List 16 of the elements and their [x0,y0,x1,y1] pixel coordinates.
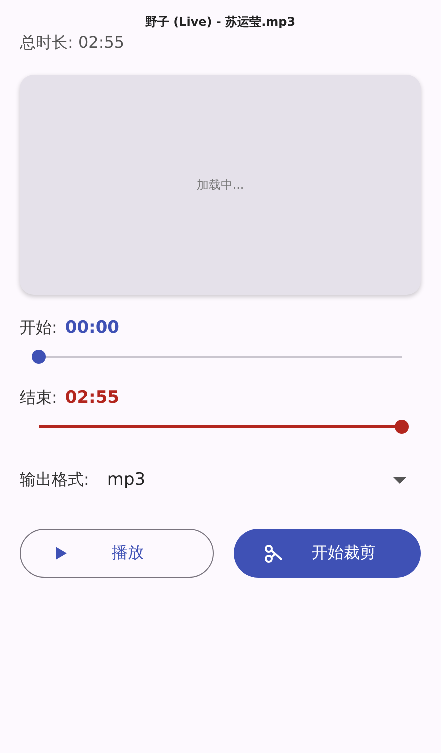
end-time: 02:55 [65,388,120,408]
play-button[interactable]: 播放 [20,529,214,578]
slider-thumb[interactable] [32,350,46,364]
loading-text: 加载中... [196,176,244,194]
slider-thumb[interactable] [395,420,409,434]
total-duration: 总时长: 02:55 [20,33,126,54]
start-time: 00:00 [65,318,120,338]
end-label: 结束: [20,388,58,408]
start-cut-button[interactable]: 开始裁剪 [234,529,421,578]
start-label: 开始: [20,318,58,338]
scissors-icon [264,544,284,564]
window-title: 野子 (Live) - 苏运莹.mp3 [145,14,296,30]
output-format-label: 输出格式: [20,470,90,490]
play-icon [56,547,67,560]
format-dropdown[interactable]: mp3 [107,470,421,490]
caret-icon [393,476,407,484]
